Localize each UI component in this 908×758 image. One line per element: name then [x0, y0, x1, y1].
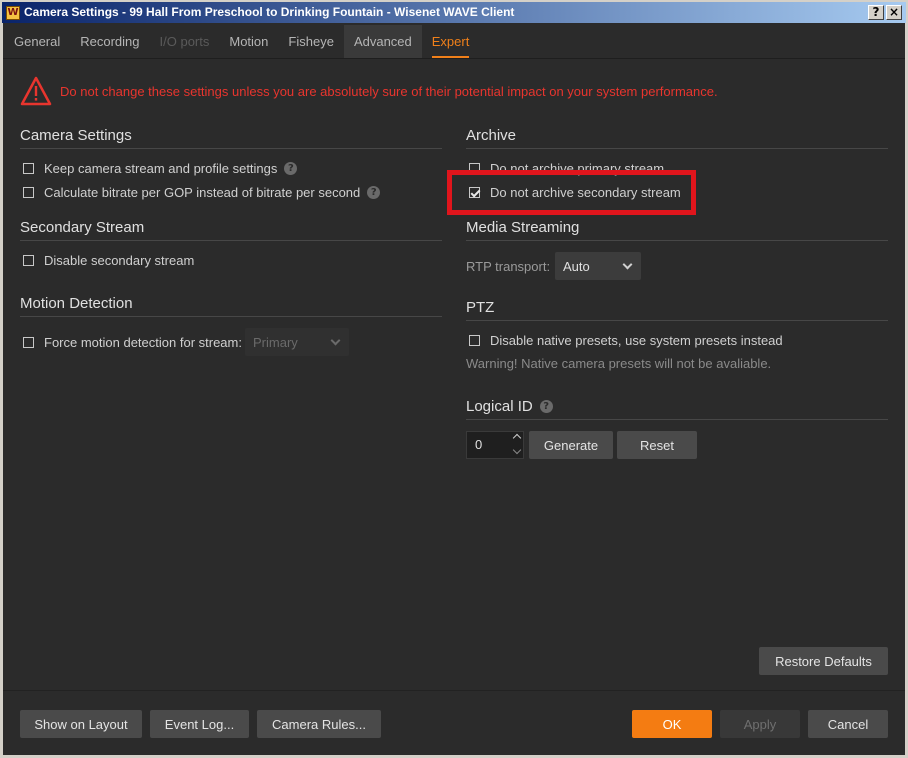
archive-section: Archive [466, 127, 888, 149]
motion-stream-select: Primary [245, 328, 349, 356]
disable-presets-label: Disable native presets, use system prese… [490, 333, 783, 348]
logical-id-heading: Logical ID ? [466, 398, 888, 420]
force-motion-checkbox[interactable] [23, 337, 34, 348]
disable-secondary-checkbox[interactable] [23, 255, 34, 266]
chevron-down-icon [330, 335, 341, 346]
ptz-heading: PTZ [466, 299, 888, 321]
window-title: Camera Settings - 99 Hall From Preschool… [24, 5, 515, 19]
bitrate-gop-option[interactable]: Calculate bitrate per GOP instead of bit… [23, 185, 381, 200]
spin-up-icon[interactable] [512, 433, 522, 443]
motion-detection-heading: Motion Detection [20, 295, 442, 317]
tab-recording[interactable]: Recording [70, 25, 149, 58]
show-on-layout-button[interactable]: Show on Layout [20, 710, 142, 738]
logical-id-section: Logical ID ? [466, 398, 888, 420]
ptz-warning-text: Warning! Native camera presets will not … [466, 356, 772, 371]
warning-text: Do not change these settings unless you … [60, 83, 718, 99]
disable-presets-checkbox[interactable] [469, 335, 480, 346]
logical-id-title: Logical ID [466, 398, 533, 415]
rtp-transport-select[interactable]: Auto [555, 252, 641, 280]
warning-icon [20, 76, 52, 106]
tab-expert[interactable]: Expert [422, 25, 480, 58]
tab-io-ports: I/O ports [159, 34, 210, 49]
bitrate-gop-label: Calculate bitrate per GOP instead of bit… [44, 185, 361, 200]
restore-defaults-button[interactable]: Restore Defaults [759, 647, 888, 675]
media-streaming-heading: Media Streaming [466, 219, 888, 241]
reset-button[interactable]: Reset [617, 431, 697, 459]
tab-advanced[interactable]: Advanced [343, 25, 422, 58]
help-icon[interactable]: ? [539, 400, 553, 413]
disable-presets-option[interactable]: Disable native presets, use system prese… [469, 333, 783, 348]
app-icon: W [6, 6, 20, 20]
camera-settings-section: Camera Settings [20, 127, 442, 149]
archive-heading: Archive [466, 127, 888, 149]
logical-id-value: 0 [475, 437, 483, 452]
keep-stream-checkbox[interactable] [23, 163, 34, 174]
disable-secondary-label: Disable secondary stream [44, 253, 195, 268]
logical-id-input[interactable]: 0 [466, 431, 524, 459]
disable-secondary-option[interactable]: Disable secondary stream [23, 253, 194, 268]
rtp-transport-value: Auto [563, 258, 590, 274]
chevron-down-icon [622, 259, 633, 270]
tab-motion[interactable]: Motion [219, 25, 278, 58]
help-icon[interactable]: ? [284, 162, 298, 175]
ok-button[interactable]: OK [632, 710, 712, 738]
cancel-button[interactable]: Cancel [808, 710, 888, 738]
close-button[interactable]: × [886, 5, 902, 20]
secondary-stream-heading: Secondary Stream [20, 219, 442, 241]
tab-bar: General Recording I/O ports Motion Fishe… [4, 25, 479, 58]
tab-general[interactable]: General [4, 25, 70, 58]
tab-divider [3, 58, 905, 59]
title-bar: W Camera Settings - 99 Hall From Prescho… [0, 0, 908, 25]
camera-settings-heading: Camera Settings [20, 127, 442, 149]
annotation-highlight-box [447, 170, 696, 215]
force-motion-label: Force motion detection for stream: [44, 335, 242, 350]
secondary-stream-section: Secondary Stream [20, 219, 442, 241]
ptz-section: PTZ [466, 299, 888, 321]
force-motion-option[interactable]: Force motion detection for stream: [23, 335, 242, 350]
event-log-button[interactable]: Event Log... [150, 710, 249, 738]
help-icon[interactable]: ? [367, 186, 381, 199]
camera-rules-button[interactable]: Camera Rules... [257, 710, 381, 738]
keep-stream-label: Keep camera stream and profile settings [44, 161, 278, 176]
bitrate-gop-checkbox[interactable] [23, 187, 34, 198]
motion-stream-value: Primary [253, 334, 298, 350]
spin-down-icon[interactable] [512, 445, 522, 455]
keep-stream-option[interactable]: Keep camera stream and profile settings … [23, 161, 298, 176]
motion-detection-section: Motion Detection [20, 295, 442, 317]
apply-button: Apply [720, 710, 800, 738]
help-button[interactable]: ? [868, 5, 884, 20]
rtp-transport-label: RTP transport: [466, 259, 551, 274]
warning-banner: Do not change these settings unless you … [20, 76, 718, 106]
footer-divider [3, 690, 905, 691]
media-streaming-section: Media Streaming [466, 219, 888, 241]
generate-button[interactable]: Generate [529, 431, 613, 459]
tab-fisheye[interactable]: Fisheye [278, 25, 344, 58]
